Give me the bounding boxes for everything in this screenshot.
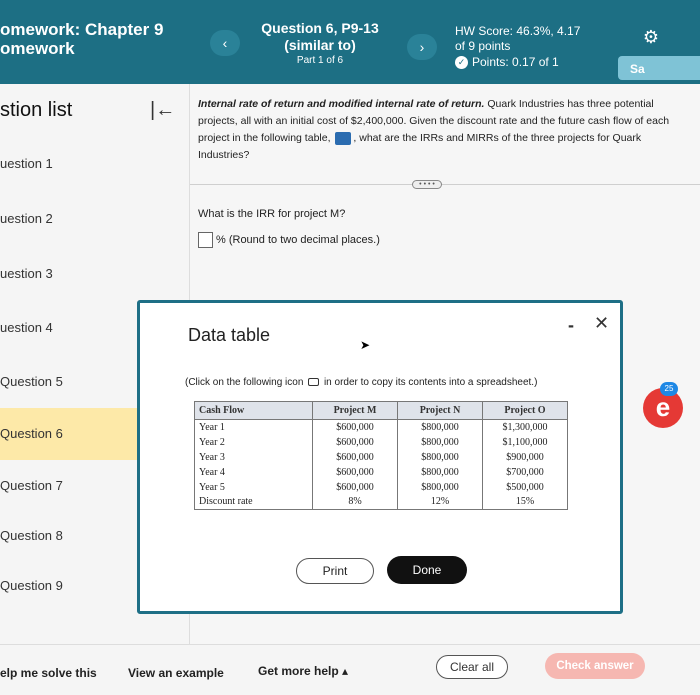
instr-post: in order to copy its contents into a spr… [323,377,538,388]
table-cell: Year 1 [194,419,313,435]
points-total: of 9 points [455,39,511,53]
question-intro: Internal rate of return and modified int… [198,96,676,164]
sidebar-item-question-2[interactable]: uestion 2 [0,199,190,239]
table-cell: $1,300,000 [482,419,568,435]
table-cell: 8% [312,494,398,510]
chevron-left-icon: ‹ [222,35,228,51]
column-header: Project O [482,401,568,420]
expand-more-button[interactable]: • • • • [412,180,442,189]
table-cell: $800,000 [397,449,483,465]
clear-all-button[interactable]: Clear all [436,655,508,679]
question-header: Question 6, P9-13 (similar to) Part 1 of… [250,20,390,69]
data-table-dialog: Data table ➤ - ✕ (Click on the following… [137,300,623,614]
table-header-row: Cash Flow Project M Project N Project O [194,401,568,420]
table-row: Year 1 $600,000 $800,000 $1,300,000 [194,419,568,435]
footer-bar: elp me solve this View an example Get mo… [0,644,700,695]
table-row: Year 5 $600,000 $800,000 $500,000 [194,479,568,495]
dialog-title: Data table [188,325,271,345]
view-example-button[interactable]: View an example [128,666,224,680]
instr-pre: (Click on the following icon [185,377,304,388]
answer-hint: % (Round to two decimal places.) [216,234,380,246]
sidebar-item-question-1[interactable]: uestion 1 [0,144,190,184]
column-header: Cash Flow [194,401,313,420]
table-cell: $600,000 [312,434,398,450]
table-row: Discount rate 8% 12% 15% [194,494,568,510]
table-cell: $600,000 [312,419,398,435]
table-cell: $800,000 [397,434,483,450]
print-button[interactable]: Print [296,558,374,584]
next-question-button[interactable]: › [407,34,437,60]
divider [190,184,700,185]
table-cell: 12% [397,494,483,510]
close-icon[interactable]: ✕ [594,313,609,334]
points-value: Points: 0.17 of 1 [472,55,559,69]
data-table-icon[interactable] [335,131,352,145]
minimize-icon[interactable]: - [568,315,574,336]
table-cell: $500,000 [482,479,568,495]
table-cell: $900,000 [482,449,568,465]
header-bar: omework: Chapter 9 omework ‹ Question 6,… [0,0,700,84]
table-row: Year 2 $600,000 $800,000 $1,100,000 [194,434,568,450]
homework-title: omework: Chapter 9 omework [0,20,163,58]
table-cell: $800,000 [397,419,483,435]
table-cell: $600,000 [312,449,398,465]
collapse-sidebar-icon[interactable]: |← [150,98,175,122]
table-row: Year 4 $600,000 $800,000 $700,000 [194,464,568,480]
done-button[interactable]: Done [387,556,467,584]
table-cell: Year 2 [194,434,313,450]
table-cell: $800,000 [397,479,483,495]
table-cell: $600,000 [312,479,398,495]
get-more-help-button[interactable]: Get more help ▴ [258,664,348,678]
irr-answer-input[interactable] [198,232,213,248]
table-row: Year 3 $600,000 $800,000 $900,000 [194,449,568,465]
table-cell: Discount rate [194,494,313,510]
points-line: ✓ Points: 0.17 of 1 [455,54,605,70]
column-header: Project N [397,401,483,420]
question-title: Question 6, P9-13 [261,20,379,36]
table-cell: 15% [482,494,568,510]
question-list-title: stion list [0,99,73,121]
table-cell: Year 5 [194,479,313,495]
answer-row: % (Round to two decimal places.) [198,232,380,248]
save-button[interactable]: Sa [618,56,700,80]
table-cell: $700,000 [482,464,568,480]
homework-label: omework [0,39,75,58]
chevron-right-icon: › [419,39,425,55]
table-cell: $1,100,000 [482,434,568,450]
table-cell: Year 4 [194,464,313,480]
table-cell: $800,000 [397,464,483,480]
column-header: Project M [312,401,398,420]
score-box: HW Score: 46.3%, 4.17 of 9 points ✓ Poin… [455,24,605,70]
hw-score: HW Score: 46.3%, 4.17 [455,24,581,38]
partial-credit-icon: ✓ [455,55,468,69]
check-answer-button[interactable]: Check answer [545,653,645,679]
question-part: Part 1 of 6 [296,55,344,66]
table-cell: Year 3 [194,449,313,465]
copy-instructions: (Click on the following icon in order to… [185,377,537,388]
sidebar-item-question-3[interactable]: uestion 3 [0,254,190,294]
question-subtitle: (similar to) [284,37,356,53]
intro-heading: Internal rate of return and modified int… [198,98,485,110]
homework-chapter-label: omework: Chapter 9 [0,20,164,39]
mouse-cursor-icon: ➤ [360,338,371,352]
previous-question-button[interactable]: ‹ [210,30,240,56]
cash-flow-table: Cash Flow Project M Project N Project O … [194,401,568,510]
question-prompt: What is the IRR for project M? [198,208,346,220]
notification-count-badge: 25 [660,382,678,396]
table-cell: $600,000 [312,464,398,480]
copy-icon[interactable] [308,378,320,387]
gear-icon[interactable]: ⚙ [640,26,662,48]
help-me-solve-button[interactable]: elp me solve this [0,666,97,680]
